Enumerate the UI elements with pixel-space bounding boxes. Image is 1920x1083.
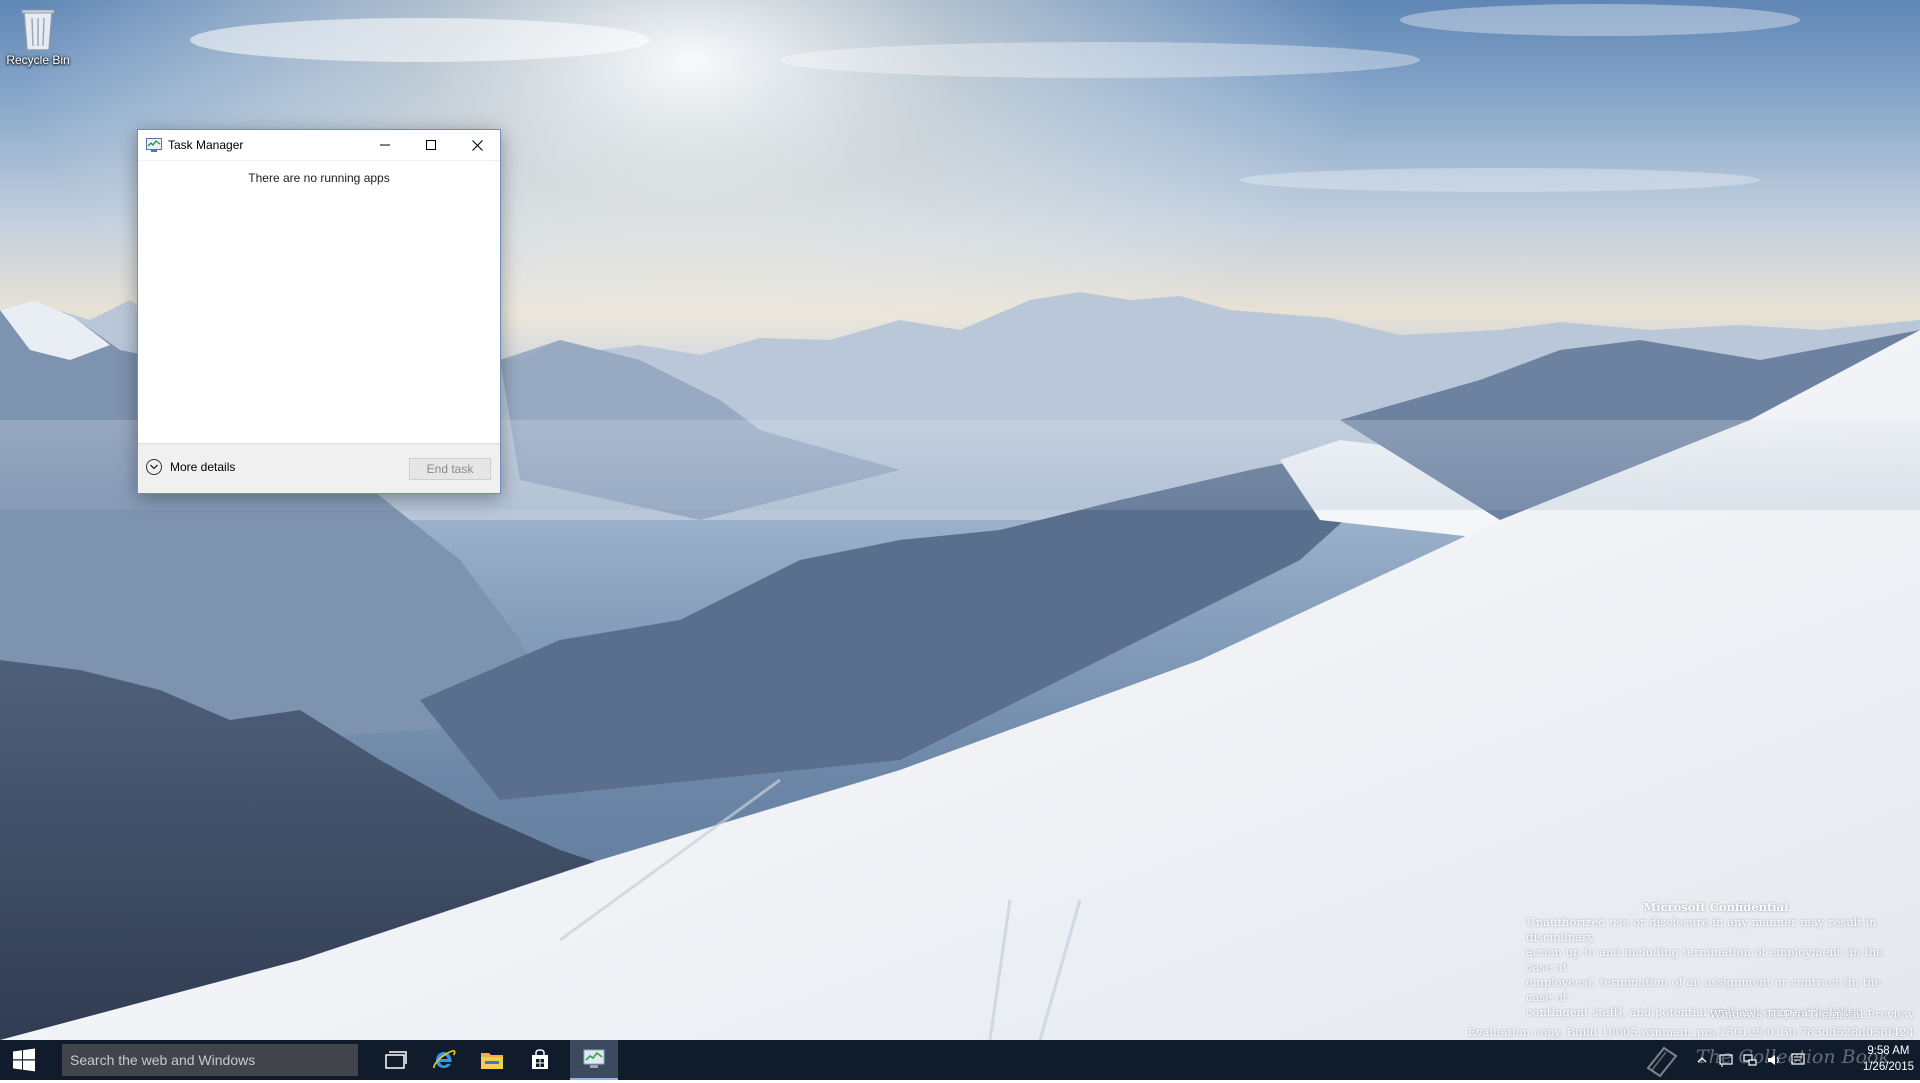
notifications-icon[interactable] [1790,1052,1806,1068]
start-button[interactable] [0,1040,48,1080]
file-explorer-icon [481,1053,503,1069]
window-title: Task Manager [168,138,244,152]
network-icon[interactable] [1742,1052,1758,1068]
clock-time: 9:58 AM [1867,1045,1910,1057]
end-task-button[interactable]: End task [409,458,491,480]
maximize-button[interactable] [408,130,454,160]
watermark-title: Microsoft Confidential [1643,900,1789,914]
action-center-flag-icon[interactable] [1718,1052,1734,1068]
watermark-line: action up to and including termination o… [1526,945,1884,974]
chevron-down-icon [146,459,162,475]
show-hidden-icons-icon[interactable] [1694,1052,1710,1068]
task-manager-window: Task Manager There are no running apps M… [137,129,501,494]
watermark-line: employees), termination of an assignment… [1526,975,1882,1004]
close-icon [471,139,483,151]
watermark-line: Unauthorized use or disclosure in any ma… [1526,915,1877,944]
maximize-icon [426,140,436,150]
task-manager-icon [583,1049,605,1068]
internet-explorer-icon [433,1049,456,1069]
build-text: Evaluation copy. Build 10005.winmain_prs… [1467,1025,1914,1039]
desktop-icon-label: Recycle Bin [6,53,70,67]
search-input[interactable]: Search the web and Windows [62,1044,358,1076]
desktop-icon-recycle-bin[interactable]: Recycle Bin [0,0,76,67]
file-explorer-button[interactable] [468,1040,516,1080]
internet-explorer-button[interactable] [420,1040,468,1080]
task-view-button[interactable] [372,1040,420,1080]
title-bar[interactable]: Task Manager [138,130,500,161]
task-manager-icon [146,138,162,152]
clock-date: 1/26/2015 [1862,1061,1914,1073]
minimize-button[interactable] [362,130,408,160]
taskbar: Search the web and Windows The Collectio… [0,1040,1920,1080]
store-icon [532,1049,548,1069]
book-logo-icon [1644,1042,1680,1078]
recycle-bin-icon [18,4,58,52]
confidential-watermark: Microsoft Confidential Unauthorized use … [1526,900,1906,1020]
windows-logo-icon [13,1048,35,1072]
system-tray: The Collection Book 9:58 AM 1/26/2015 [1620,1040,1920,1080]
task-manager-taskbar-button[interactable] [570,1040,618,1080]
empty-apps-message: There are no running apps [248,171,390,185]
build-watermark: Windows 10 Pro Technical Preview Evaluat… [1468,1005,1914,1041]
more-details-label: More details [170,460,236,474]
store-button[interactable] [516,1040,564,1080]
more-details-button[interactable]: More details [146,459,235,475]
volume-icon[interactable] [1766,1052,1782,1068]
minimize-icon [380,144,390,146]
close-button[interactable] [454,130,500,160]
clock[interactable]: 9:58 AM 1/26/2015 [1863,1043,1914,1075]
task-view-icon [385,1051,407,1069]
edition-text: Windows 10 Pro Technical Preview [1709,1007,1914,1021]
task-manager-footer: More details End task [138,443,500,493]
